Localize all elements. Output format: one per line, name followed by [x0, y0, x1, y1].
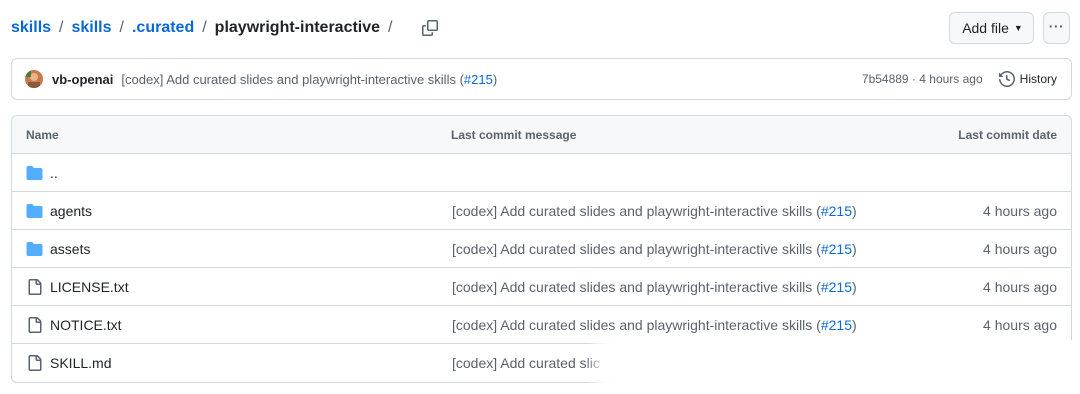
- breadcrumb-item-curated[interactable]: .curated: [132, 19, 194, 37]
- commit-date: 4 hours ago: [983, 203, 1057, 219]
- commit-message-cell[interactable]: [codex] Add curated slides and playwrigh…: [452, 279, 857, 295]
- file-icon: [28, 279, 42, 295]
- file-name[interactable]: LICENSE.txt: [50, 279, 129, 295]
- commit-date: 4 hours ago: [983, 279, 1057, 295]
- commit-message-suffix: ): [492, 71, 498, 87]
- fade-overlay: [585, 340, 1080, 394]
- copy-icon: [421, 20, 438, 36]
- folder-icon: [26, 166, 43, 180]
- commit-date: 4 hours ago: [983, 241, 1057, 257]
- commit-pr-link[interactable]: #215: [821, 203, 852, 219]
- commit-date: 4 hours ago: [983, 317, 1057, 333]
- file-icon: [28, 355, 42, 371]
- breadcrumb-separator: /: [119, 19, 124, 36]
- commit-message-text: [codex] Add curated slides and playwrigh…: [121, 71, 464, 87]
- file-name[interactable]: assets: [50, 241, 90, 257]
- commit-message-suffix: ): [852, 203, 857, 219]
- commit-pr-link[interactable]: #215: [821, 317, 852, 333]
- commit-message-text: [codex] Add curated slides and playwrigh…: [452, 203, 821, 219]
- table-row[interactable]: LICENSE.txt [codex] Add curated slides a…: [12, 268, 1071, 306]
- add-file-button[interactable]: Add file ▼: [949, 12, 1034, 44]
- breadcrumb-separator: /: [59, 19, 64, 36]
- history-label: History: [1019, 72, 1057, 86]
- column-header-message: Last commit message: [451, 127, 577, 142]
- table-row[interactable]: NOTICE.txt [codex] Add curated slides an…: [12, 306, 1071, 344]
- commit-message-text: [codex] Add curated slides and playwrigh…: [452, 279, 821, 295]
- commit-message-cell[interactable]: [codex] Add curated slides and playwrigh…: [452, 317, 857, 333]
- commit-message-suffix: ): [852, 279, 857, 295]
- breadcrumb-current: playwright-interactive: [214, 19, 381, 36]
- breadcrumb: skills / skills / .curated / playwright-…: [11, 17, 441, 39]
- breadcrumb-separator: /: [388, 19, 393, 36]
- commit-message-text: [codex] Add curated slides and playwrigh…: [452, 241, 821, 257]
- breadcrumb-separator: /: [202, 19, 207, 36]
- breadcrumb-item-skills-root[interactable]: skills: [11, 19, 51, 37]
- column-header-name: Name: [26, 127, 59, 142]
- table-row[interactable]: assets [codex] Add curated slides and pl…: [12, 230, 1071, 268]
- commit-message-text: [codex] Add curated slic: [452, 355, 600, 371]
- commit-message[interactable]: [codex] Add curated slides and playwrigh…: [121, 72, 497, 87]
- commit-pr-link[interactable]: #215: [821, 241, 852, 257]
- latest-commit-bar: vb-openai [codex] Add curated slides and…: [11, 58, 1072, 100]
- file-name[interactable]: SKILL.md: [50, 355, 111, 371]
- repo-header: skills / skills / .curated / playwright-…: [11, 12, 1070, 44]
- commit-message-cell[interactable]: [codex] Add curated slic: [452, 355, 600, 371]
- column-header-date: Last commit date: [958, 127, 1057, 142]
- add-file-label: Add file: [962, 20, 1009, 36]
- commit-message-text: [codex] Add curated slides and playwrigh…: [452, 317, 821, 333]
- commit-meta[interactable]: 7b54889 · 4 hours ago: [862, 72, 983, 86]
- commit-message-cell[interactable]: [codex] Add curated slides and playwrigh…: [452, 203, 857, 219]
- more-options-button[interactable]: ···: [1043, 12, 1070, 44]
- commit-pr-link[interactable]: #215: [464, 72, 493, 87]
- file-name[interactable]: ..: [50, 165, 58, 181]
- table-row[interactable]: agents [codex] Add curated slides and pl…: [12, 192, 1071, 230]
- commit-author[interactable]: vb-openai: [52, 72, 113, 87]
- copy-path-button[interactable]: [419, 17, 441, 39]
- chevron-down-icon: ▼: [1013, 23, 1023, 33]
- commit-pr-link[interactable]: #215: [821, 279, 852, 295]
- history-icon: [998, 71, 1015, 87]
- folder-icon: [26, 204, 43, 218]
- file-name[interactable]: NOTICE.txt: [50, 317, 122, 333]
- commit-message-cell[interactable]: [codex] Add curated slides and playwrigh…: [452, 241, 857, 257]
- file-icon: [28, 317, 42, 333]
- file-name[interactable]: agents: [50, 203, 92, 219]
- avatar[interactable]: [25, 70, 43, 88]
- table-row-parent[interactable]: ..: [12, 154, 1071, 192]
- breadcrumb-item-skills[interactable]: skills: [71, 19, 111, 37]
- folder-icon: [26, 242, 43, 256]
- table-header: Name Last commit message Last commit dat…: [12, 116, 1071, 154]
- commit-message-suffix: ): [852, 241, 857, 257]
- history-button[interactable]: History: [998, 71, 1057, 87]
- commit-message-suffix: ): [852, 317, 857, 333]
